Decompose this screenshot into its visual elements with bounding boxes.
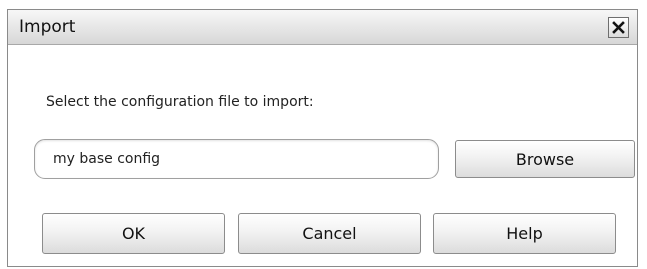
ok-button[interactable]: OK [42, 213, 225, 254]
dialog-title: Import [19, 17, 76, 37]
import-prompt-label: Select the configuration file to import: [46, 94, 314, 110]
browse-button[interactable]: Browse [455, 140, 635, 178]
import-dialog: Import Select the configuration file to … [7, 9, 638, 267]
cancel-button[interactable]: Cancel [238, 213, 421, 254]
help-button[interactable]: Help [433, 213, 616, 254]
close-icon [612, 21, 625, 34]
dialog-titlebar[interactable]: Import [8, 10, 637, 45]
close-button[interactable] [608, 17, 629, 38]
config-file-input[interactable] [34, 139, 439, 179]
